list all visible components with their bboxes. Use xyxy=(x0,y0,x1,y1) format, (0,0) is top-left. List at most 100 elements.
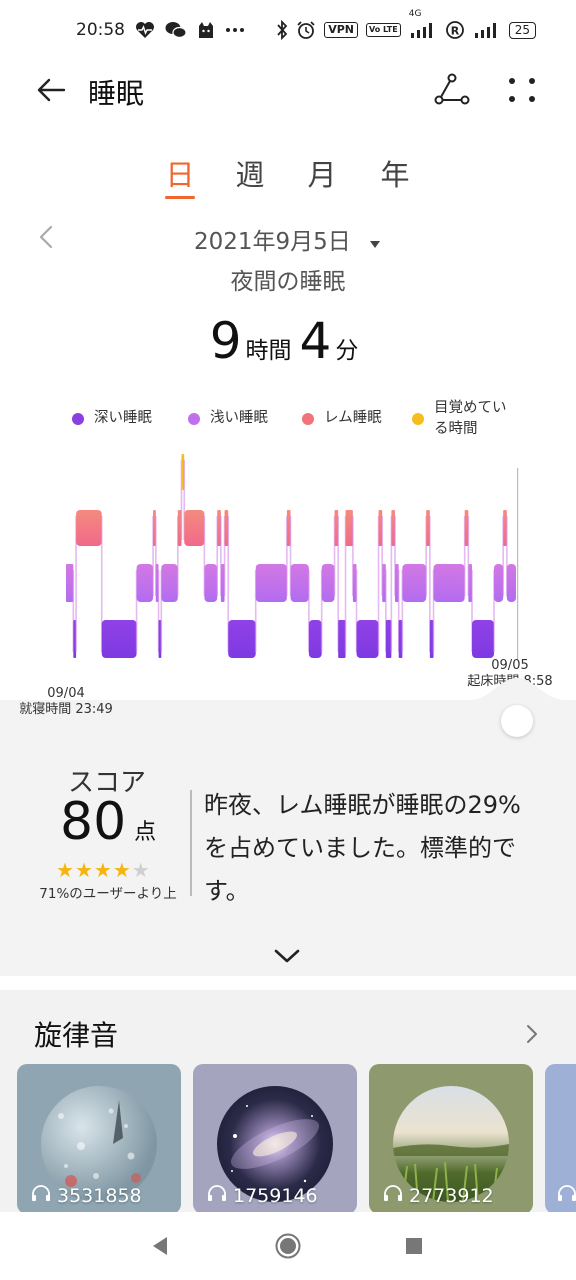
sleep-stage-deep xyxy=(338,620,346,658)
legend-label-rem: レム睡眠 xyxy=(324,410,382,426)
play-count: 3531858 xyxy=(31,1184,142,1207)
sleep-duration: 9 時間 4 分 xyxy=(0,312,576,370)
score-card: 09/04 就寝時間 23:49 スコア 80 点 ★★★★★ 71%のユーザーよ… xyxy=(0,678,576,976)
caret-down-icon xyxy=(368,230,382,256)
tab-year[interactable]: 年 xyxy=(375,152,415,194)
section-gap xyxy=(0,976,576,990)
battery-icon: 25 xyxy=(508,21,536,39)
headphones-icon xyxy=(557,1184,576,1207)
score-divider xyxy=(190,790,192,896)
duration-hours-unit: 時間 xyxy=(245,338,292,364)
music-card[interactable]: 3531858 xyxy=(17,1064,181,1214)
sleep-type-label: 夜間の睡眠 xyxy=(230,269,346,295)
legend-label-light: 浅い睡眠 xyxy=(210,410,268,426)
play-count-value: 2773912 xyxy=(409,1184,494,1207)
music-card[interactable]: 1759146 xyxy=(193,1064,357,1214)
legend-label-awake: 目覚めている時間 xyxy=(434,400,507,437)
app-bar: 睡眠 xyxy=(0,60,576,124)
score-stars: ★★★★★ xyxy=(56,858,151,882)
arrow-left-icon[interactable] xyxy=(34,72,70,108)
heart-rate-icon xyxy=(135,21,155,39)
svg-text:R: R xyxy=(450,25,459,38)
duration-hours: 9 xyxy=(209,312,242,370)
sleep-start-label: 09/04 就寝時間 23:49 xyxy=(14,686,118,718)
legend-dot-deep xyxy=(72,413,84,425)
star-icon: ★ xyxy=(56,858,75,882)
sleep-stage-light xyxy=(506,564,516,602)
end-marker xyxy=(517,468,519,660)
sleep-date: 09/04 xyxy=(47,686,85,701)
score-message: 昨夜、レム睡眠が睡眠の29%を占めていました。標準的です。 xyxy=(204,791,521,905)
play-count-value: 3531858 xyxy=(57,1184,142,1207)
tab-month[interactable]: 月 xyxy=(302,152,342,194)
star-icon: ★ xyxy=(74,858,94,882)
date-label: 2021年9月5日 xyxy=(193,229,351,255)
sleep-stage-light xyxy=(402,564,427,602)
date-selector[interactable]: 2021年9月5日 xyxy=(0,222,576,256)
date-bar: 2021年9月5日 xyxy=(0,220,576,256)
play-count xyxy=(557,1184,576,1207)
sleep-stage-light xyxy=(290,564,309,602)
music-section: 旋律音 3531858 1759146 2773912 xyxy=(0,990,576,1214)
legend-dot-awake xyxy=(412,413,424,425)
tab-week[interactable]: 週 xyxy=(230,152,270,194)
legend-dot-light xyxy=(188,413,200,425)
music-card[interactable] xyxy=(545,1064,576,1214)
play-count-value: 1759146 xyxy=(233,1184,318,1207)
system-nav-bar xyxy=(0,1212,576,1280)
music-title: 旋律音 xyxy=(34,1019,119,1052)
chart-legend: 深い睡眠 浅い睡眠 レム睡眠 目覚めている時間 xyxy=(60,396,560,446)
sleep-stage-light xyxy=(66,564,74,602)
ellipsis-icon xyxy=(225,27,245,33)
share-icon[interactable] xyxy=(434,72,470,108)
sleep-stage-rem xyxy=(345,510,353,546)
page-title: 睡眠 xyxy=(88,77,145,110)
bluetooth-icon xyxy=(276,20,288,40)
triangle-back-icon[interactable] xyxy=(150,1234,170,1258)
sleep-stage-light xyxy=(494,564,504,602)
sleep-stage-deep xyxy=(385,620,392,658)
square-recent-icon[interactable] xyxy=(404,1236,424,1256)
score-comparison: 71%のユーザーより上 xyxy=(39,886,177,902)
registered-icon: R xyxy=(445,20,465,40)
sleep-stage-light xyxy=(136,564,154,602)
headphones-icon xyxy=(31,1184,51,1207)
legend-dot-rem xyxy=(302,413,314,425)
headphones-icon xyxy=(383,1184,403,1207)
period-tabs: 日 週 月 年 xyxy=(0,152,576,202)
sleep-time: 就寝時間 23:49 xyxy=(19,702,113,717)
legend-label-deep: 深い睡眠 xyxy=(94,410,152,426)
more-dots-icon[interactable] xyxy=(506,72,538,108)
legend-item-light: 浅い睡眠 xyxy=(188,408,268,429)
score-value: 80 点 xyxy=(60,792,156,852)
sleep-stage-light xyxy=(255,564,287,602)
chart-slider-handle[interactable] xyxy=(501,705,533,737)
tab-active-indicator xyxy=(165,196,195,199)
chevron-down-icon[interactable] xyxy=(272,946,302,966)
tab-day[interactable]: 日 xyxy=(160,152,200,194)
sleep-stage-light xyxy=(321,564,335,602)
sleep-stage-deep xyxy=(356,620,379,658)
legend-item-rem: レム睡眠 xyxy=(302,408,382,429)
legend-item-awake: 目覚めている時間 xyxy=(412,398,516,440)
signal-icon: 4G xyxy=(409,9,437,39)
vpn-icon: VPN xyxy=(324,22,358,38)
play-count: 1759146 xyxy=(207,1184,318,1207)
network-label: 4G xyxy=(408,9,422,19)
star-icon: ★ xyxy=(93,858,113,882)
score-number: 80 xyxy=(60,792,127,852)
signal-icon-2 xyxy=(473,21,501,39)
status-time: 20:58 xyxy=(76,20,125,40)
legend-item-deep: 深い睡眠 xyxy=(72,408,152,429)
sleep-stage-rem xyxy=(76,510,102,546)
sleep-stage-deep xyxy=(228,620,256,658)
sleep-stage-rem xyxy=(184,510,205,546)
music-card[interactable]: 2773912 xyxy=(369,1064,533,1214)
headphones-icon xyxy=(207,1184,227,1207)
chevron-right-icon[interactable] xyxy=(522,1020,542,1048)
circle-home-icon[interactable] xyxy=(274,1232,302,1260)
wechat-icon xyxy=(165,21,187,39)
star-icon: ★ xyxy=(112,858,132,882)
volte-icon: Vo LTE xyxy=(365,23,401,37)
sleep-stage-deep xyxy=(308,620,322,658)
